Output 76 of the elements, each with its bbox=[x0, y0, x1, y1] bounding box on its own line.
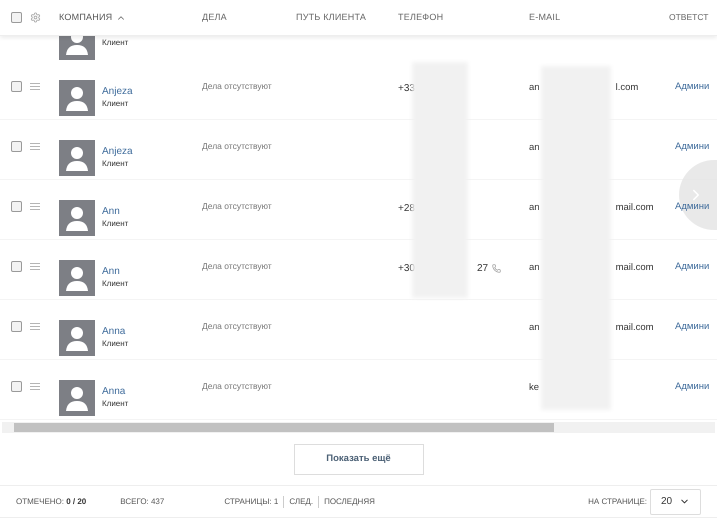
column-header[interactable]: ПУТЬ КЛИЕНТА bbox=[296, 10, 366, 24]
contact-name-link[interactable]: Anna bbox=[102, 326, 202, 338]
checkbox[interactable] bbox=[11, 381, 22, 392]
responsible-text: Админи bbox=[675, 140, 710, 154]
tasks-text: Дела отсутствуют bbox=[202, 200, 273, 213]
phone-text: +28 bbox=[398, 202, 415, 216]
responsible-text: Админи bbox=[675, 320, 710, 334]
last-page-link[interactable]: ПОСЛЕДНЯЯ bbox=[319, 496, 375, 508]
drag-handle-icon[interactable] bbox=[30, 143, 40, 150]
email-text: l.com bbox=[616, 81, 638, 95]
drag-handle-icon[interactable] bbox=[30, 203, 40, 210]
phone-text: +30 bbox=[398, 262, 415, 276]
column-header[interactable]: E-MAIL bbox=[529, 10, 560, 24]
responsible-text: Админи bbox=[675, 80, 710, 94]
drag-handle-icon[interactable] bbox=[30, 263, 40, 270]
drag-handle-icon[interactable] bbox=[30, 83, 40, 90]
email-text: an bbox=[529, 141, 540, 155]
email-text: mail.com bbox=[616, 201, 654, 215]
contact-type: Клиент bbox=[102, 98, 130, 110]
phone-icon[interactable] bbox=[492, 264, 502, 273]
per-page-select[interactable]: 20 bbox=[650, 488, 701, 514]
scrollbar-thumb[interactable] bbox=[14, 423, 554, 432]
column-header[interactable]: ТЕЛЕФОН bbox=[398, 10, 444, 24]
contact-type: Клиент bbox=[102, 338, 130, 350]
contact-name-link[interactable]: Anjeza bbox=[102, 86, 202, 98]
email-text: an bbox=[529, 81, 540, 95]
contact-type: Клиент bbox=[102, 398, 130, 410]
email-text: ke bbox=[529, 381, 540, 395]
phone-text: +33 bbox=[398, 82, 415, 96]
contact-type: Клиент bbox=[102, 278, 130, 290]
checkbox[interactable] bbox=[11, 81, 22, 92]
responsible-text: Админи bbox=[675, 200, 710, 214]
contact-name-link[interactable]: Anjeza bbox=[102, 146, 202, 158]
total-count: ВСЕГО: 437 bbox=[120, 496, 164, 508]
contact-type: Клиент bbox=[102, 37, 128, 49]
tasks-text: Дела отсутствуют bbox=[202, 320, 273, 333]
avatar-silhouette-icon bbox=[59, 380, 95, 416]
tasks-text: Дела отсутствуют bbox=[202, 140, 273, 153]
tasks-text: Дела отсутствуют bbox=[202, 380, 273, 393]
show-more-button[interactable]: Показать ещё bbox=[294, 444, 424, 475]
drag-handle-icon[interactable] bbox=[30, 383, 40, 390]
tasks-text: Дела отсутствуют bbox=[202, 80, 273, 93]
avatar-silhouette-icon bbox=[59, 80, 95, 116]
checkbox[interactable] bbox=[11, 141, 22, 152]
email-text: mail.com bbox=[616, 321, 654, 335]
settings-icon[interactable] bbox=[30, 12, 41, 23]
avatar-silhouette-icon bbox=[59, 140, 95, 176]
checkbox[interactable] bbox=[11, 201, 22, 212]
checkbox[interactable] bbox=[11, 12, 22, 23]
email-text: an bbox=[529, 201, 540, 215]
column-header[interactable]: ДЕЛА bbox=[202, 10, 227, 24]
email-text: an bbox=[529, 261, 540, 275]
contact-type: Клиент bbox=[102, 218, 130, 230]
phone-text: 27 bbox=[476, 262, 488, 276]
column-header[interactable]: ОТВЕТСТ bbox=[669, 11, 708, 24]
checkbox[interactable] bbox=[11, 321, 22, 332]
horizontal-scrollbar[interactable] bbox=[2, 422, 715, 433]
drag-handle-icon[interactable] bbox=[30, 323, 40, 330]
selected-count: ОТМЕЧЕНО: 0 / 20 bbox=[16, 496, 86, 508]
avatar-silhouette-icon bbox=[59, 200, 95, 236]
contact-name-link[interactable]: Anna bbox=[102, 386, 202, 398]
avatar-silhouette-icon bbox=[59, 260, 95, 296]
per-page-label: НА СТРАНИЦЕ: bbox=[588, 496, 647, 508]
email-text: mail.com bbox=[616, 261, 654, 275]
contact-name-link[interactable]: Ann bbox=[102, 266, 202, 278]
avatar-silhouette-icon bbox=[59, 320, 95, 356]
checkbox[interactable] bbox=[11, 261, 22, 272]
contact-type: Клиент bbox=[102, 158, 130, 170]
next-page-link[interactable]: СЛЕД. bbox=[284, 496, 320, 508]
pages-label: СТРАНИЦЫ: 1 bbox=[224, 496, 284, 508]
responsible-text: Админи bbox=[675, 260, 710, 274]
tasks-text: Дела отсутствуют bbox=[202, 260, 273, 273]
contact-name-link[interactable]: Ann bbox=[102, 206, 202, 218]
responsible-text: Админи bbox=[675, 380, 710, 394]
email-text: an bbox=[529, 321, 540, 335]
column-header[interactable]: КОМПАНИЯ bbox=[59, 10, 112, 24]
